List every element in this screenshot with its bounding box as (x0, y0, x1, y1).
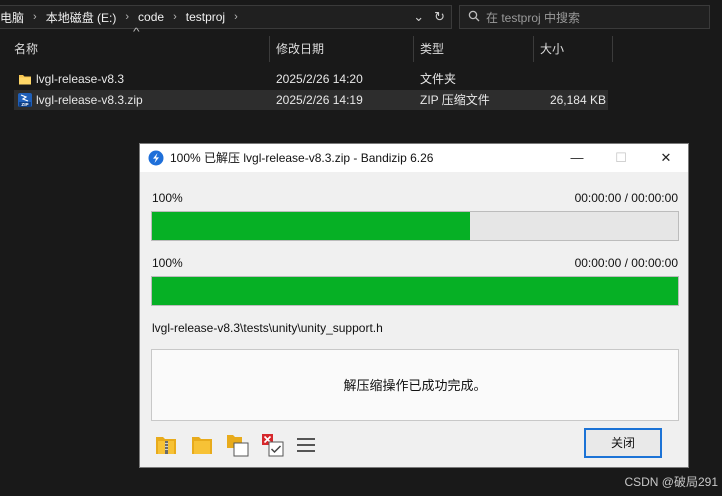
total-progress-bar (151, 276, 679, 306)
file-name: lvgl-release-v8.3 (36, 72, 125, 86)
file-size (539, 69, 606, 89)
column-header-size[interactable]: 大小 (534, 36, 612, 62)
file-row[interactable]: lvgl-release-v8.3 2025/2/26 14:20 文件夹 (14, 69, 608, 89)
watermark: CSDN @破局291 (624, 475, 718, 489)
breadcrumb-code[interactable]: code (138, 10, 164, 24)
progress-fill (152, 212, 471, 240)
column-headers: 名称 修改日期 类型 大小 (0, 36, 722, 62)
dialog-title: 100% 已解压 lvgl-release-v8.3.zip - Bandizi… (170, 151, 434, 165)
file-row[interactable]: ZIP lvgl-release-v8.3.zip 2025/2/26 14:1… (14, 90, 608, 110)
breadcrumb-separator-icon: › (33, 11, 37, 23)
chevron-down-icon[interactable]: ⌄ (413, 9, 424, 25)
minimize-icon[interactable]: — (555, 144, 599, 172)
bandizip-app-icon (148, 150, 164, 166)
close-icon[interactable]: ✕ (644, 144, 688, 172)
file-modified: 2025/2/26 14:19 (276, 93, 363, 107)
status-message-box: 解压缩操作已成功完成。 (151, 349, 679, 421)
address-bar[interactable]: 电脑 › 本地磁盘 (E:) › code › testproj › ⌄ ↻ (0, 5, 452, 29)
delete-check-icon[interactable] (260, 432, 286, 458)
breadcrumb-separator-icon: › (234, 11, 238, 23)
svg-text:ZIP: ZIP (21, 102, 28, 107)
column-header-modified[interactable]: 修改日期 (270, 36, 413, 62)
menu-icon[interactable] (294, 432, 320, 458)
dialog-titlebar[interactable]: 100% 已解压 lvgl-release-v8.3.zip - Bandizi… (140, 144, 688, 172)
search-input[interactable]: 在 testproj 中搜索 (459, 5, 710, 29)
file-size: 26,184 KB (549, 93, 606, 107)
status-message: 解压缩操作已成功完成。 (343, 378, 487, 393)
zip-archive-icon: ZIP (18, 93, 32, 107)
column-divider[interactable] (612, 36, 613, 62)
bandizip-progress-dialog: 100% 已解压 lvgl-release-v8.3.zip - Bandizi… (139, 143, 689, 468)
breadcrumb-separator-icon: › (173, 11, 177, 23)
copy-icon[interactable] (225, 432, 251, 458)
search-icon (468, 10, 480, 25)
sort-ascending-icon: ^ (133, 27, 140, 38)
maximize-icon: ☐ (615, 150, 627, 165)
progress-time: 00:00:00 / 00:00:00 (574, 256, 678, 270)
file-type: 文件夹 (420, 72, 457, 86)
file-type: ZIP 压缩文件 (420, 93, 490, 107)
column-header-name[interactable]: 名称 (8, 36, 268, 62)
file-name: lvgl-release-v8.3.zip (36, 93, 143, 107)
breadcrumb-this-pc[interactable]: 电脑 (0, 9, 24, 26)
breadcrumb-separator-icon: › (125, 11, 130, 23)
progress-percent: 100% (152, 191, 183, 205)
open-archive-icon[interactable] (153, 432, 179, 458)
progress-fill (152, 277, 678, 305)
progress-percent: 100% (152, 256, 183, 270)
search-placeholder: 在 testproj 中搜索 (486, 10, 581, 25)
refresh-icon[interactable]: ↻ (434, 9, 445, 25)
file-modified: 2025/2/26 14:20 (276, 72, 363, 86)
folder-icon (19, 75, 31, 85)
file-progress-bar (151, 211, 679, 241)
open-folder-icon[interactable] (189, 432, 215, 458)
progress-time: 00:00:00 / 00:00:00 (574, 191, 678, 205)
breadcrumb-testproj[interactable]: testproj (186, 10, 225, 24)
column-header-type[interactable]: 类型 (414, 36, 533, 62)
current-file-path: lvgl-release-v8.3\tests\unity\unity_supp… (152, 321, 383, 335)
close-button[interactable]: 关闭 (584, 428, 662, 458)
breadcrumb-drive-e[interactable]: 本地磁盘 (E:) (46, 9, 117, 26)
